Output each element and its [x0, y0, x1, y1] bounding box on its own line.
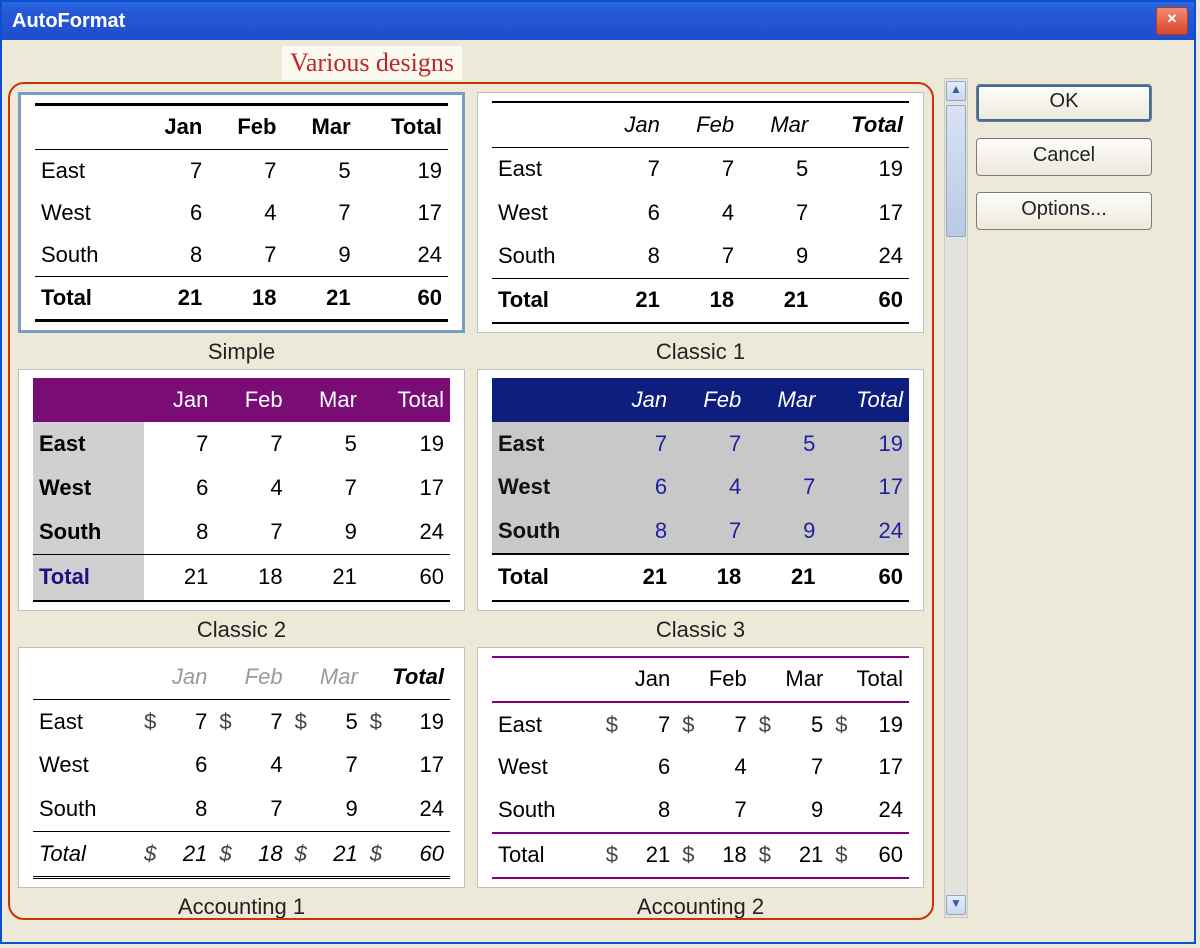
cancel-button[interactable]: Cancel [976, 138, 1152, 176]
scroll-thumb[interactable] [946, 105, 966, 237]
table-preview: Jan Feb Mar Total East $7 $7 $5 $19 West [492, 656, 909, 879]
table-preview: Jan Feb Mar Total East 77519 West 64717 … [35, 103, 448, 322]
format-thumb-classic3[interactable]: JanFebMarTotal East 77519 West 64717 Sou… [477, 369, 924, 610]
format-caption: Simple [208, 339, 275, 365]
format-option-simple[interactable]: Jan Feb Mar Total East 77519 West 64717 … [18, 92, 465, 365]
format-samples-grid: Jan Feb Mar Total East 77519 West 64717 … [8, 82, 934, 920]
format-caption: Classic 1 [656, 339, 745, 365]
samples-scrollbar[interactable]: ▲ ▼ [944, 78, 968, 918]
format-caption: Accounting 1 [178, 894, 305, 920]
autoformat-dialog: AutoFormat ✕ Various designs Jan Feb [0, 0, 1196, 944]
format-thumb-accounting2[interactable]: Jan Feb Mar Total East $7 $7 $5 $19 West [477, 647, 924, 888]
ok-button[interactable]: OK [976, 84, 1152, 122]
format-caption: Classic 2 [197, 617, 286, 643]
table-preview: JanFebMarTotal East 77519 West 64717 Sou… [33, 378, 450, 601]
scroll-up-icon[interactable]: ▲ [946, 81, 966, 101]
format-thumb-accounting1[interactable]: Jan Feb Mar Total East $7 $7 $5 $19 West [18, 647, 465, 888]
table-preview: Jan Feb Mar Total East $7 $7 $5 $19 West [33, 656, 450, 879]
table-preview: JanFebMarTotal East 77519 West 64717 Sou… [492, 378, 909, 601]
format-option-accounting2[interactable]: Jan Feb Mar Total East $7 $7 $5 $19 West [477, 647, 924, 920]
format-option-accounting1[interactable]: Jan Feb Mar Total East $7 $7 $5 $19 West [18, 647, 465, 920]
options-button[interactable]: Options... [976, 192, 1152, 230]
close-icon[interactable]: ✕ [1156, 7, 1188, 35]
format-option-classic1[interactable]: JanFebMarTotal East 77519 West 64717 Sou… [477, 92, 924, 365]
annotation-label: Various designs [282, 46, 462, 80]
format-thumb-classic2[interactable]: JanFebMarTotal East 77519 West 64717 Sou… [18, 369, 465, 610]
format-option-classic2[interactable]: JanFebMarTotal East 77519 West 64717 Sou… [18, 369, 465, 642]
format-option-classic3[interactable]: JanFebMarTotal East 77519 West 64717 Sou… [477, 369, 924, 642]
table-preview: JanFebMarTotal East 77519 West 64717 Sou… [492, 101, 909, 324]
window-title: AutoFormat [12, 10, 125, 33]
dialog-buttons: OK Cancel Options... [976, 84, 1152, 918]
format-thumb-classic1[interactable]: JanFebMarTotal East 77519 West 64717 Sou… [477, 92, 924, 333]
format-caption: Classic 3 [656, 617, 745, 643]
titlebar[interactable]: AutoFormat ✕ [2, 2, 1194, 40]
scroll-down-icon[interactable]: ▼ [946, 895, 966, 915]
format-caption: Accounting 2 [637, 894, 764, 920]
format-thumb-simple[interactable]: Jan Feb Mar Total East 77519 West 64717 … [18, 92, 465, 333]
